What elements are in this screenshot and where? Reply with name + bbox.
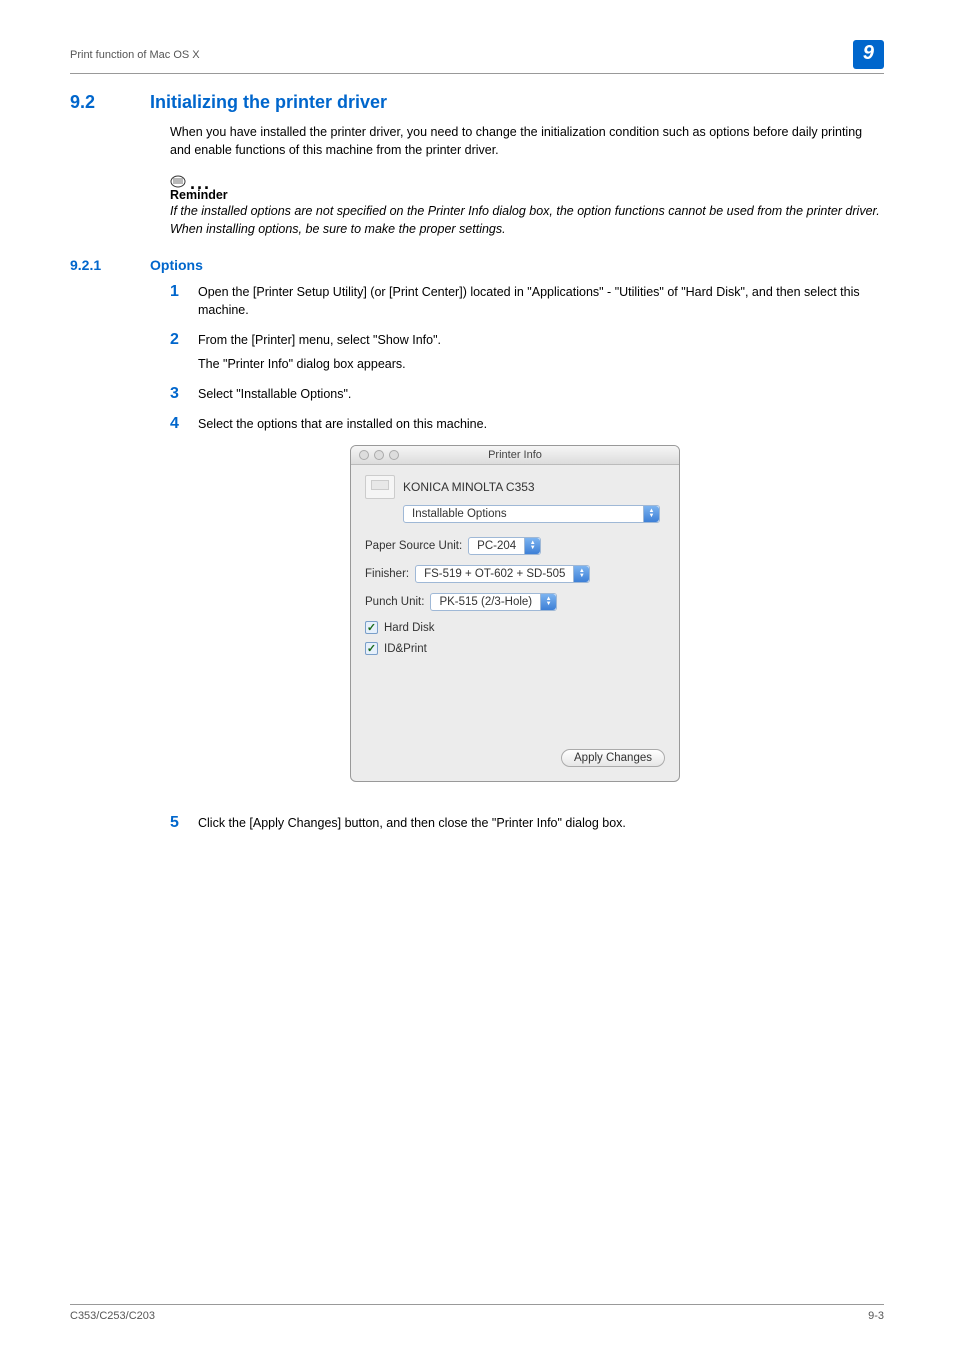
step-number-2: 2 (170, 331, 198, 349)
section-number: 9.2 (70, 92, 150, 113)
pane-select[interactable]: Installable Options ▲▼ (403, 505, 660, 523)
hard-disk-label: Hard Disk (384, 622, 434, 634)
hard-disk-checkbox[interactable]: ✓ (365, 621, 378, 634)
subsection-title: Options (150, 257, 203, 273)
footer-left: C353/C253/C203 (70, 1310, 155, 1322)
punch-select[interactable]: PK-515 (2/3-Hole) ▲▼ (430, 593, 557, 611)
reminder-label: Reminder (170, 188, 884, 202)
finisher-label: Finisher: (365, 568, 409, 580)
punch-value: PK-515 (2/3-Hole) (431, 596, 540, 608)
note-icon: ... (170, 173, 884, 188)
apply-changes-button[interactable]: Apply Changes (561, 749, 665, 767)
punch-label: Punch Unit: (365, 596, 424, 608)
step-number-4: 4 (170, 415, 198, 433)
step-4-text: Select the options that are installed on… (198, 415, 884, 433)
step-5-text: Click the [Apply Changes] button, and th… (198, 814, 884, 832)
step-2-subtext: The "Printer Info" dialog box appears. (198, 355, 884, 373)
step-number-3: 3 (170, 385, 198, 403)
dialog-title: Printer Info (359, 449, 671, 461)
section-intro: When you have installed the printer driv… (170, 123, 884, 159)
printer-name: KONICA MINOLTA C353 (403, 480, 535, 494)
id-print-label: ID&Print (384, 643, 427, 655)
chapter-badge: 9 (853, 40, 884, 69)
section-title: Initializing the printer driver (150, 92, 387, 113)
step-2-text: From the [Printer] menu, select "Show In… (198, 331, 884, 349)
paper-source-value: PC-204 (469, 540, 524, 552)
printer-icon (365, 475, 395, 499)
breadcrumb: Print function of Mac OS X (70, 49, 200, 61)
paper-source-label: Paper Source Unit: (365, 540, 462, 552)
reminder-text: If the installed options are not specifi… (170, 202, 884, 238)
footer-right: 9-3 (868, 1310, 884, 1322)
id-print-checkbox[interactable]: ✓ (365, 642, 378, 655)
chevron-updown-icon: ▲▼ (573, 566, 589, 582)
chevron-updown-icon: ▲▼ (540, 594, 556, 610)
finisher-value: FS-519 + OT-602 + SD-505 (416, 568, 573, 580)
paper-source-select[interactable]: PC-204 ▲▼ (468, 537, 541, 555)
subsection-number: 9.2.1 (70, 257, 150, 273)
step-1-text: Open the [Printer Setup Utility] (or [Pr… (198, 283, 884, 319)
step-number-1: 1 (170, 283, 198, 301)
printer-info-dialog: Printer Info KONICA MINOLTA C353 Install… (350, 445, 680, 782)
chevron-updown-icon: ▲▼ (524, 538, 540, 554)
chevron-updown-icon: ▲▼ (643, 506, 659, 522)
step-number-5: 5 (170, 814, 198, 832)
step-3-text: Select "Installable Options". (198, 385, 884, 403)
finisher-select[interactable]: FS-519 + OT-602 + SD-505 ▲▼ (415, 565, 590, 583)
pane-select-value: Installable Options (404, 508, 515, 520)
